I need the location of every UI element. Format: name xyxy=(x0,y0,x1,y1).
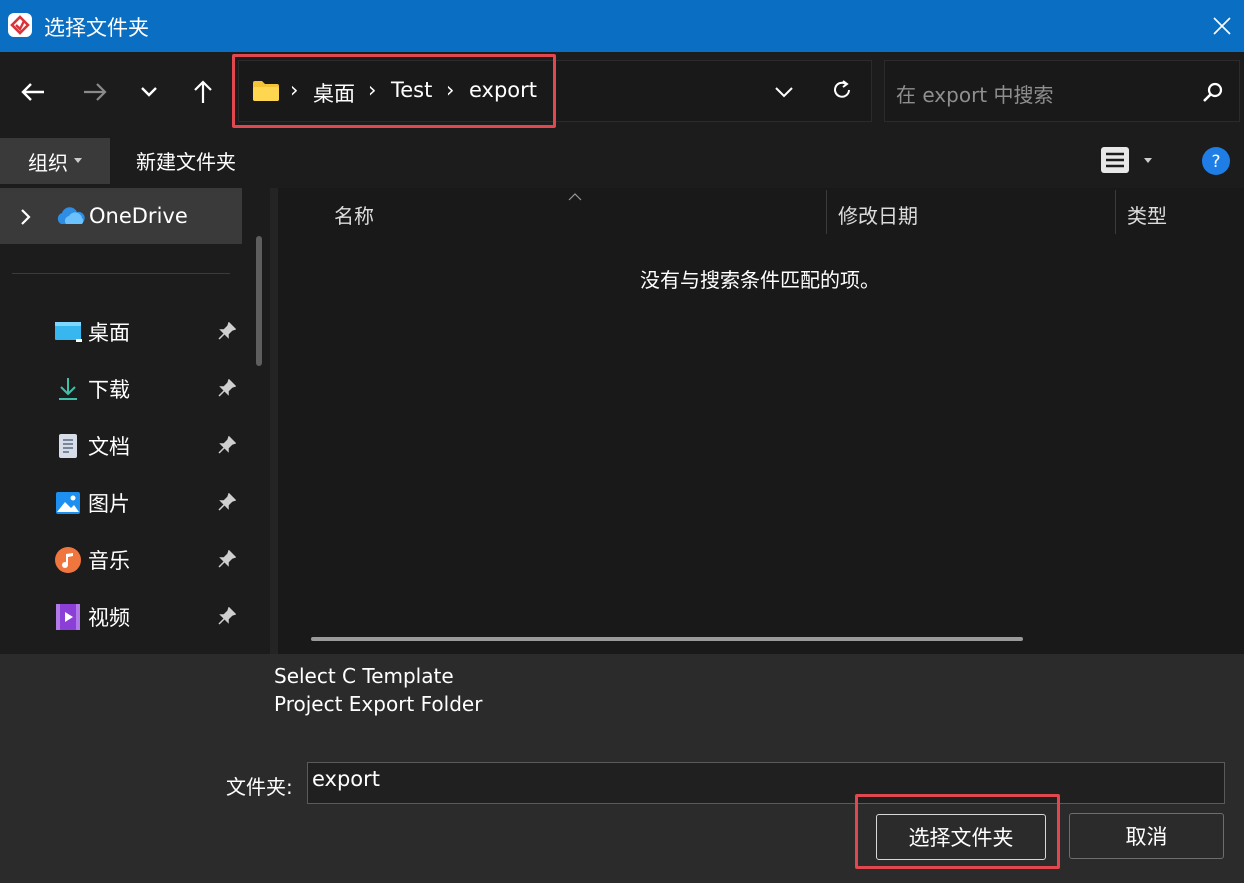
app-logo-icon xyxy=(7,12,33,38)
sidebar-item-documents[interactable]: 文档 xyxy=(54,426,244,466)
picture-icon xyxy=(54,489,82,517)
navigation-pane[interactable] xyxy=(0,188,270,654)
column-divider[interactable] xyxy=(1115,190,1116,234)
pin-icon[interactable] xyxy=(218,435,237,458)
pin-icon[interactable] xyxy=(218,378,237,401)
help-icon: ? xyxy=(1202,147,1230,175)
sidebar-item-label: 音乐 xyxy=(88,549,130,573)
sidebar-item-videos[interactable]: 视频 xyxy=(54,597,244,637)
sidebar-item-desktop[interactable]: 桌面 xyxy=(54,312,244,352)
caret-down-icon xyxy=(74,158,82,163)
empty-results-message: 没有与搜索条件匹配的项。 xyxy=(640,268,880,292)
chevron-down-icon xyxy=(775,87,793,98)
column-header-date[interactable]: 修改日期 xyxy=(838,200,918,229)
pane-splitter[interactable] xyxy=(270,188,278,654)
forward-button[interactable] xyxy=(80,76,110,108)
organize-button[interactable]: 组织 xyxy=(0,138,110,184)
expand-chevron-icon[interactable] xyxy=(20,208,32,230)
sidebar-item-pictures[interactable]: 图片 xyxy=(54,483,244,523)
document-icon xyxy=(54,432,82,460)
refresh-button[interactable] xyxy=(830,78,854,106)
file-list[interactable] xyxy=(278,188,1244,654)
pin-icon[interactable] xyxy=(218,492,237,515)
video-icon xyxy=(54,603,82,631)
highlight-box-breadcrumb xyxy=(232,54,556,128)
view-options-button[interactable] xyxy=(1100,146,1156,178)
new-folder-button[interactable]: 新建文件夹 xyxy=(136,146,236,175)
window-title: 选择文件夹 xyxy=(44,16,149,40)
column-divider[interactable] xyxy=(826,190,827,234)
close-button[interactable] xyxy=(1200,0,1244,52)
sidebar-item-label: 文档 xyxy=(88,435,130,459)
highlight-box-select-button xyxy=(855,794,1060,869)
details-view-icon xyxy=(1101,147,1152,173)
sort-ascending-icon xyxy=(568,186,582,205)
cancel-button[interactable]: 取消 xyxy=(1069,813,1224,859)
dialog-description-line1: Select C Template xyxy=(274,664,454,688)
dialog-description-line2: Project Export Folder xyxy=(274,692,483,716)
onedrive-cloud-icon xyxy=(54,204,86,232)
up-button[interactable] xyxy=(188,76,218,108)
desktop-icon xyxy=(54,318,82,346)
pin-icon[interactable] xyxy=(218,549,237,572)
arrow-up-icon xyxy=(194,80,212,103)
music-icon xyxy=(54,546,82,574)
folder-field-label: 文件夹: xyxy=(226,775,293,799)
download-icon xyxy=(54,375,82,403)
search-icon[interactable] xyxy=(1201,80,1225,108)
close-icon xyxy=(1213,17,1231,35)
sidebar-scrollbar[interactable] xyxy=(256,236,262,366)
arrow-right-icon xyxy=(84,83,107,101)
sidebar-item-label: 图片 xyxy=(88,492,130,516)
sidebar-item-downloads[interactable]: 下载 xyxy=(54,369,244,409)
back-button[interactable] xyxy=(18,76,48,108)
sidebar-item-label: OneDrive xyxy=(89,204,188,228)
sidebar-item-music[interactable]: 音乐 xyxy=(54,540,244,580)
refresh-icon xyxy=(834,80,850,98)
svg-text:?: ? xyxy=(1211,152,1220,172)
horizontal-scrollbar[interactable] xyxy=(311,637,1023,641)
search-placeholder[interactable]: 在 export 中搜索 xyxy=(896,79,1054,108)
sidebar-item-label: 下载 xyxy=(88,378,130,402)
help-button[interactable]: ? xyxy=(1201,146,1231,180)
chevron-down-icon xyxy=(141,87,157,97)
address-history-button[interactable] xyxy=(774,84,794,103)
column-header-type[interactable]: 类型 xyxy=(1127,200,1167,229)
sidebar-item-label: 视频 xyxy=(88,606,130,630)
sidebar-divider xyxy=(12,273,230,274)
folder-name-input[interactable]: export xyxy=(307,762,1225,804)
pin-icon[interactable] xyxy=(218,606,237,629)
title-bar xyxy=(0,0,1244,52)
column-header-name[interactable]: 名称 xyxy=(334,200,374,229)
sidebar-item-label: 桌面 xyxy=(88,321,130,345)
organize-label: 组织 xyxy=(28,150,68,175)
arrow-left-icon xyxy=(21,83,44,101)
pin-icon[interactable] xyxy=(218,321,237,344)
recent-locations-button[interactable] xyxy=(134,76,164,108)
